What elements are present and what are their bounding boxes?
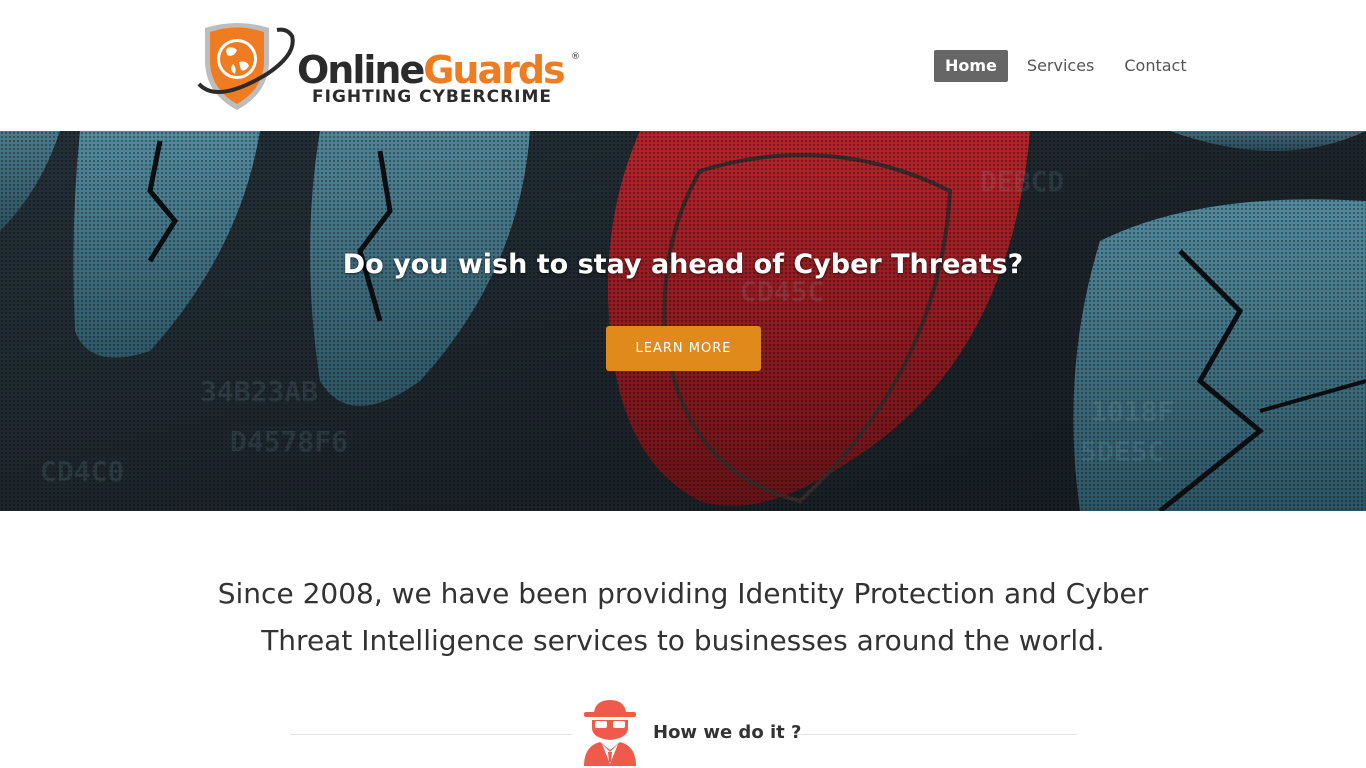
shield-globe-icon xyxy=(197,23,295,110)
nav-home[interactable]: Home xyxy=(934,50,1008,82)
divider-right xyxy=(795,734,1077,735)
spy-icon xyxy=(584,700,636,766)
logo-tagline: FIGHTING CYBERCRIME xyxy=(312,87,553,107)
hero-banner: 34B23AB D4578F6 CD4C0 1018F 5DE5C CD45C … xyxy=(0,131,1366,511)
nav-services[interactable]: Services xyxy=(1016,50,1105,82)
site-header: OnlineGuards ® FIGHTING CYBERCRIME Home … xyxy=(0,0,1366,131)
logo-name: OnlineGuards xyxy=(297,48,566,92)
learn-more-button[interactable]: LEARN MORE xyxy=(606,326,761,371)
site-logo[interactable]: OnlineGuards ® FIGHTING CYBERCRIME xyxy=(197,14,587,114)
main-nav: Home Services Contact xyxy=(934,50,1198,82)
divider-left xyxy=(290,734,572,735)
hero-overlay xyxy=(0,131,1366,511)
intro-text: Since 2008, we have been providing Ident… xyxy=(217,577,1149,657)
how-we-do-it-heading: How we do it ? xyxy=(653,722,802,743)
nav-contact[interactable]: Contact xyxy=(1113,50,1197,82)
hero-title: Do you wish to stay ahead of Cyber Threa… xyxy=(342,249,1024,280)
registered-mark: ® xyxy=(571,52,580,62)
